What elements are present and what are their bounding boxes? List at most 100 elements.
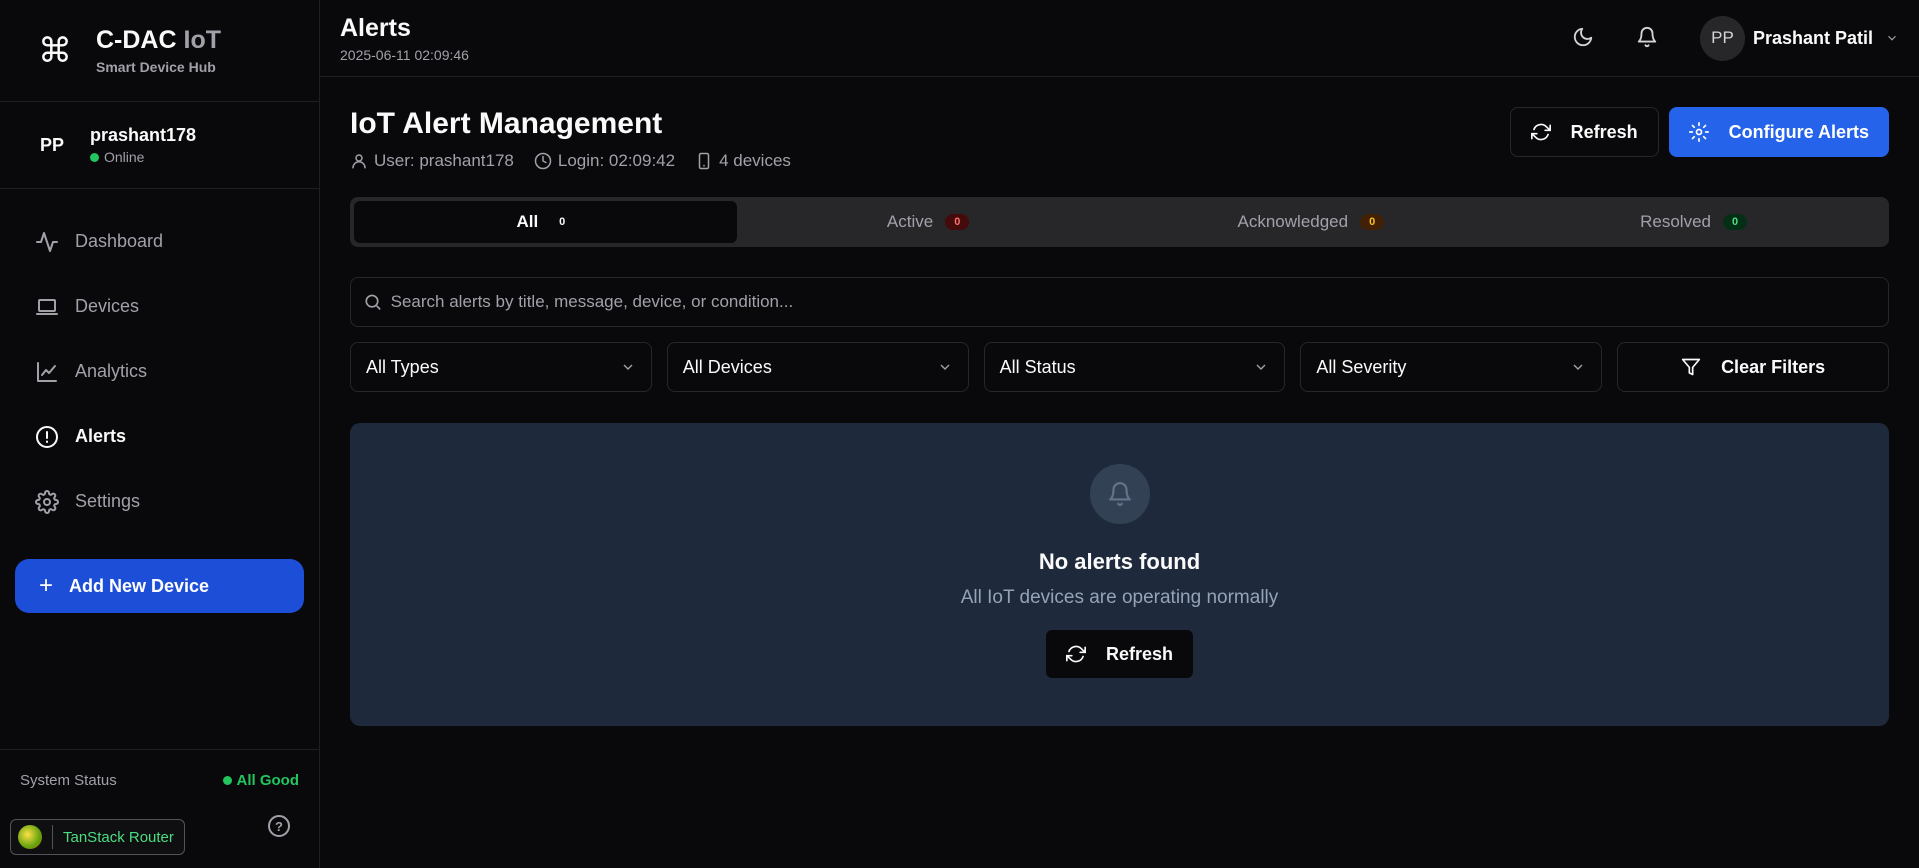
laptop-icon — [36, 298, 58, 315]
section-title: IoT Alert Management — [350, 107, 663, 140]
avatar: PP — [30, 123, 74, 167]
meta-devices: 4 devices — [695, 151, 791, 171]
meta-login: Login: 02:09:42 — [534, 151, 675, 171]
count-badge: 0 — [559, 216, 566, 228]
alert-circle-icon — [36, 425, 58, 448]
sidebar-user-name: prashant178 — [90, 125, 197, 145]
add-device-button[interactable]: + Add New Device — [15, 559, 304, 613]
tab-label: Resolved — [1640, 212, 1711, 231]
sidebar-item-label: Settings — [75, 491, 141, 511]
type-select-value: All Types — [366, 356, 439, 377]
alert-tabs: All 0 Active 0 Acknowledged 0 Resolved 0 — [350, 197, 1889, 247]
sidebar-item-label: Devices — [75, 296, 140, 316]
tab-resolved[interactable]: Resolved 0 — [1502, 201, 1885, 243]
sidebar-item-label: Alerts — [75, 426, 127, 446]
divider — [52, 825, 53, 849]
count-badge: 0 — [1723, 214, 1748, 230]
system-status-value: All Good — [222, 772, 300, 789]
help-icon[interactable]: ? — [268, 815, 290, 837]
type-select[interactable]: All Types — [350, 342, 652, 392]
brand-title-main: C-DAC — [96, 26, 177, 54]
user-icon — [352, 154, 366, 169]
refresh-label: Refresh — [1570, 121, 1638, 142]
meta-devices-text: 4 devices — [719, 151, 791, 170]
timestamp: 2025-06-11 02:09:46 — [340, 46, 469, 63]
empty-refresh-button[interactable]: Refresh — [1045, 630, 1194, 678]
clock-icon — [534, 152, 552, 170]
command-icon: ⌘ — [38, 31, 72, 70]
tab-active[interactable]: Active 0 — [737, 201, 1120, 243]
system-status-label: System Status — [20, 772, 117, 789]
sidebar-item-analytics[interactable]: Analytics — [0, 339, 319, 404]
filter-row: All Types All Devices All Status All Sev… — [350, 342, 1889, 392]
activity-icon — [36, 231, 58, 252]
gear-icon — [35, 489, 59, 514]
refresh-icon — [1530, 123, 1551, 141]
sidebar-item-alerts[interactable]: Alerts — [0, 404, 319, 469]
tanstack-logo-icon — [18, 825, 42, 849]
empty-refresh-label: Refresh — [1105, 643, 1174, 664]
meta-user-text: User: prashant178 — [374, 151, 514, 170]
main-content: Alerts 2025-06-11 02:09:46 PP Prashant P… — [320, 0, 1919, 868]
avatar[interactable]: PP — [1699, 15, 1745, 61]
sidebar-item-dashboard[interactable]: Dashboard — [0, 209, 319, 274]
count-badge: 0 — [945, 214, 970, 230]
search-input[interactable] — [390, 292, 1888, 312]
clear-filters-button[interactable]: Clear Filters — [1617, 342, 1889, 392]
add-device-label: Add New Device — [69, 575, 210, 596]
brand-subtitle: Smart Device Hub — [96, 59, 216, 75]
severity-select-value: All Severity — [1316, 356, 1407, 377]
chevron-down-icon — [1573, 364, 1583, 370]
count-badge: 0 — [1360, 214, 1385, 230]
tab-acknowledged[interactable]: Acknowledged 0 — [1120, 201, 1503, 243]
sidebar: ⌘ C-DAC IoT Smart Device Hub PP prashant… — [0, 0, 320, 868]
refresh-icon — [1065, 645, 1086, 663]
tab-label: All — [516, 212, 539, 231]
chevron-down-icon — [623, 364, 633, 370]
meta-user: User: prashant178 — [350, 151, 514, 171]
user-menu-name[interactable]: Prashant Patil — [1753, 28, 1873, 49]
bell-icon[interactable] — [1636, 26, 1660, 50]
device-select[interactable]: All Devices — [666, 342, 969, 392]
topbar: Alerts 2025-06-11 02:09:46 PP Prashant P… — [320, 0, 1919, 77]
chevron-down-icon[interactable] — [1885, 31, 1899, 45]
sidebar-item-settings[interactable]: Settings — [0, 469, 319, 534]
empty-bell — [1089, 464, 1150, 524]
brand-title: C-DAC IoT — [96, 26, 221, 55]
brand[interactable]: ⌘ C-DAC IoT Smart Device Hub — [0, 0, 319, 102]
search-box — [350, 277, 1889, 327]
chevron-down-icon — [940, 364, 950, 370]
online-status-label: Online — [104, 149, 145, 165]
sidebar-item-label: Analytics — [75, 361, 148, 381]
alerts-section: IoT Alert Management User: prashant178 L… — [320, 107, 1919, 726]
tab-label: Active — [886, 212, 934, 231]
moon-icon[interactable] — [1572, 26, 1596, 50]
configure-alerts-label: Configure Alerts — [1728, 121, 1869, 142]
severity-select[interactable]: All Severity — [1300, 342, 1603, 392]
empty-subtitle: All IoT devices are operating normally — [960, 587, 1279, 608]
meta-login-text: Login: 02:09:42 — [557, 151, 676, 170]
brand-title-accent: IoT — [183, 26, 222, 54]
chevron-down-icon — [1256, 364, 1266, 370]
empty-state: No alerts found All IoT devices are oper… — [350, 423, 1889, 726]
search-icon — [365, 294, 381, 310]
online-status: Online — [90, 149, 196, 165]
tanstack-label: TanStack Router — [63, 828, 174, 846]
plus-icon: + — [39, 572, 54, 599]
tanstack-devtools-button[interactable]: TanStack Router — [10, 819, 185, 855]
sidebar-user-card: PP prashant178 Online — [0, 102, 319, 189]
refresh-button[interactable]: Refresh — [1509, 107, 1659, 157]
sidebar-nav: Dashboard Devices Analytics Alerts Setti… — [0, 189, 319, 534]
system-status: System Status All Good — [0, 749, 319, 789]
configure-alerts-button[interactable]: Configure Alerts — [1668, 107, 1889, 157]
tab-all[interactable]: All 0 — [354, 201, 737, 243]
empty-title: No alerts found — [1038, 549, 1201, 574]
system-status-text: All Good — [236, 772, 300, 789]
meta-row: User: prashant178 Login: 02:09:42 4 devi… — [350, 151, 811, 171]
status-dot-icon — [222, 776, 232, 785]
status-select-value: All Status — [999, 356, 1076, 377]
status-select[interactable]: All Status — [983, 342, 1286, 392]
sidebar-item-devices[interactable]: Devices — [0, 274, 319, 339]
status-dot-icon — [90, 152, 99, 162]
filter-icon — [1681, 358, 1701, 376]
